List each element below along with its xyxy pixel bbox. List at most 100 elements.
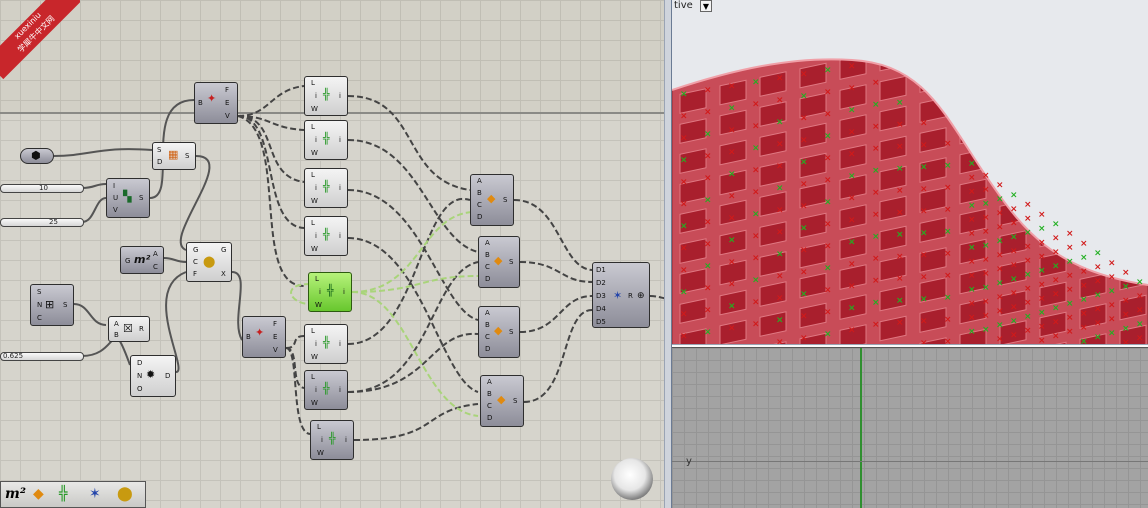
pin-f[interactable]: F [193,270,197,278]
expand-icon[interactable]: ⊕ [637,290,645,302]
pin-i[interactable]: i [315,386,317,394]
pin-s[interactable]: S [157,146,161,154]
pin-d[interactable]: D [485,275,490,283]
pin-w[interactable]: W [311,353,318,361]
pin-d[interactable]: D [477,213,482,221]
pin-d2[interactable]: D2 [596,279,606,287]
pin-i[interactable]: i [315,232,317,240]
four-point-surface-component[interactable]: A B C D ◆ S [478,306,520,358]
pin-d1[interactable]: D1 [596,266,606,274]
list-item-component[interactable]: L i W ╬ i [304,370,348,410]
pin-l[interactable]: L [311,79,315,87]
weave-tool-icon[interactable]: ✶ [89,485,101,503]
pin-l[interactable]: L [311,219,315,227]
panel-splitter[interactable] [664,0,672,508]
pin-e[interactable]: E [273,333,277,341]
zoom-navigation-knob[interactable] [611,458,653,500]
list-item-tool-icon[interactable]: ╬ [59,485,67,503]
pin-d3[interactable]: D3 [596,292,606,300]
pin-r[interactable]: R [139,325,144,333]
pin-u[interactable]: U [113,194,118,202]
pin-x[interactable]: X [221,270,226,278]
pin-a[interactable]: A [477,177,482,185]
pin-a[interactable]: A [487,378,492,386]
pin-l[interactable]: L [311,373,315,381]
pin-s-out[interactable]: S [513,397,517,405]
area-tool-icon[interactable]: m² [5,485,26,503]
pin-c[interactable]: C [485,333,490,341]
pin-b[interactable]: B [198,99,203,107]
pin-i-out[interactable]: i [339,232,341,240]
divide-surface-component[interactable]: I U V ▚ S [106,178,150,218]
list-item-component[interactable]: L i W ╬ i [304,120,348,160]
pin-i[interactable]: i [319,288,321,296]
pin-v[interactable]: V [273,346,278,354]
pin-c[interactable]: C [477,201,482,209]
pin-d-out[interactable]: D [165,372,170,380]
pin-i-out[interactable]: i [339,136,341,144]
list-item-component-selected[interactable]: L i W ╬ i [308,272,352,312]
pin-w[interactable]: W [317,449,324,457]
pin-r[interactable]: R [628,292,633,300]
pin-d[interactable]: D [485,345,490,353]
number-slider-v[interactable]: 25 [0,218,84,227]
pin-i-out[interactable]: i [339,184,341,192]
pin-i-out[interactable]: i [343,288,345,296]
pin-l[interactable]: L [315,275,319,283]
pin-s-out[interactable]: S [139,194,143,202]
surface-component[interactable]: S D ▦ S [152,142,196,170]
explode-component-mid[interactable]: B ✦ F E V [242,316,286,358]
pin-b[interactable]: B [477,189,482,197]
pin-v[interactable]: V [225,112,230,120]
viewport-menu-dropdown[interactable]: ▼ [700,0,712,12]
pin-g[interactable]: G [125,257,130,265]
pin-w[interactable]: W [311,399,318,407]
list-item-component[interactable]: L i W ╬ i [304,168,348,208]
list-item-component[interactable]: L i W ╬ i [304,324,348,364]
pin-g[interactable]: G [193,246,198,254]
pin-i-out[interactable]: i [345,436,347,444]
pin-n[interactable]: N [37,301,42,309]
perspective-viewport[interactable]: × × × × × × × × × × × × × × × × × × × × × × × × × × × × × × × × × × × × × × × ×… [672,0,1148,346]
pin-i-out[interactable]: i [339,340,341,348]
pin-a[interactable]: A [485,309,490,317]
pin-w[interactable]: W [311,149,318,157]
area-component[interactable]: G m² A C [120,246,164,274]
pin-a[interactable]: A [153,250,158,258]
pin-i[interactable]: i [315,136,317,144]
pin-c[interactable]: C [193,258,198,266]
pin-l[interactable]: L [311,171,315,179]
pin-s-out[interactable]: S [509,258,513,266]
pin-w[interactable]: W [311,245,318,253]
list-item-component[interactable]: L i W ╬ i [304,76,348,116]
pin-i[interactable]: i [315,340,317,348]
surface-tool-icon[interactable]: ◆ [33,485,44,503]
pin-g-out[interactable]: G [221,246,226,254]
deform-component[interactable]: D N O ✹ D [130,355,176,397]
pin-l[interactable]: L [311,123,315,131]
pin-s-out[interactable]: S [185,152,189,160]
pin-d[interactable]: D [157,158,162,166]
pin-d4[interactable]: D4 [596,305,606,313]
scale-component[interactable]: G C F ⬤ G X [186,242,232,282]
four-point-surface-component[interactable]: A B C D ◆ S [480,375,524,427]
pin-v[interactable]: V [113,206,118,214]
pin-d5[interactable]: D5 [596,318,606,326]
multiply-component[interactable]: A B ☒ R [108,316,150,342]
pin-f[interactable]: F [225,86,229,94]
pin-s[interactable]: S [37,288,41,296]
number-slider-u[interactable]: 10 [0,184,84,193]
pin-w[interactable]: W [311,197,318,205]
pin-i[interactable]: I [113,182,115,190]
pin-s-out[interactable]: S [509,328,513,336]
pin-b[interactable]: B [485,321,490,329]
pin-a[interactable]: A [114,320,119,328]
pin-e[interactable]: E [225,99,229,107]
explode-component-top[interactable]: B ✦ F E V [194,82,238,124]
pin-i[interactable]: i [315,92,317,100]
four-point-surface-component[interactable]: A B C D ◆ S [478,236,520,288]
pin-o[interactable]: O [137,385,143,393]
list-item-component[interactable]: L i W ╬ i [310,420,354,460]
pin-b[interactable]: B [114,331,119,339]
pin-b[interactable]: B [485,251,490,259]
